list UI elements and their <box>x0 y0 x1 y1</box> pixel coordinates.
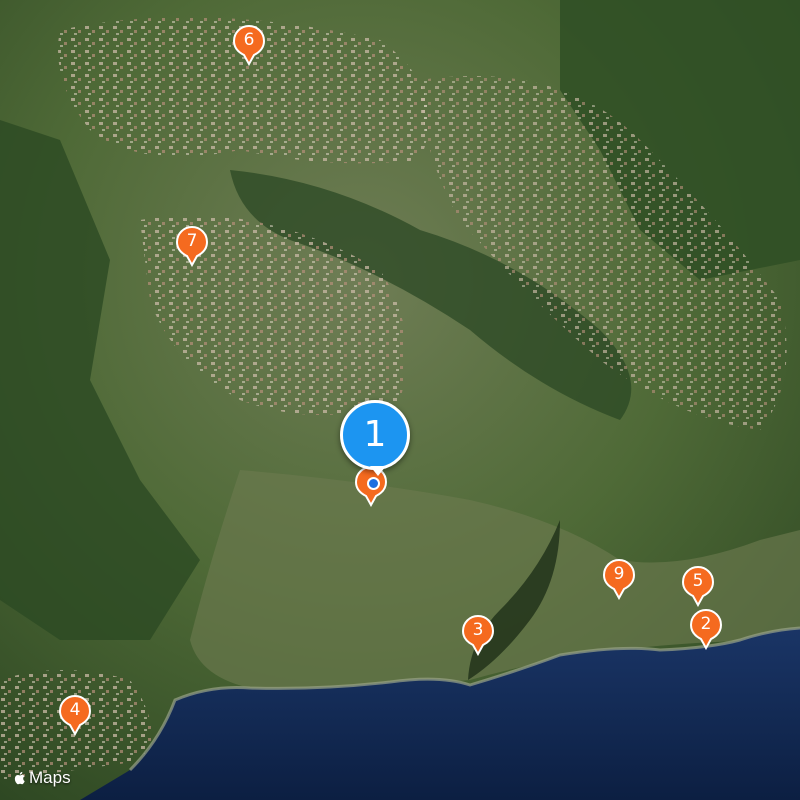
map-pin-4[interactable]: 4 <box>58 694 92 736</box>
pin-label: 9 <box>613 564 625 584</box>
map-pin-2[interactable]: 2 <box>689 608 723 650</box>
attribution-label: Maps <box>29 768 71 787</box>
location-dot-icon <box>367 477 380 490</box>
selected-place-callout[interactable]: 1 <box>340 400 410 476</box>
maps-attribution[interactable]: Maps <box>12 766 71 790</box>
pin-label: 5 <box>692 571 704 591</box>
map-pin-7[interactable]: 7 <box>175 225 209 267</box>
selected-place-label: 1 <box>363 414 387 455</box>
satellite-map[interactable] <box>0 0 800 800</box>
pin-label: 2 <box>700 614 712 634</box>
map-pin-9[interactable]: 9 <box>602 558 636 600</box>
pin-label: 3 <box>472 620 484 640</box>
pin-label: 7 <box>186 231 198 251</box>
map-pin-6[interactable]: 6 <box>232 24 266 66</box>
pin-label: 6 <box>243 30 255 50</box>
map-pin-3[interactable]: 3 <box>461 614 495 656</box>
pin-label: 4 <box>69 700 81 720</box>
map-pin-5[interactable]: 5 <box>681 565 715 607</box>
apple-logo-icon <box>14 771 25 785</box>
